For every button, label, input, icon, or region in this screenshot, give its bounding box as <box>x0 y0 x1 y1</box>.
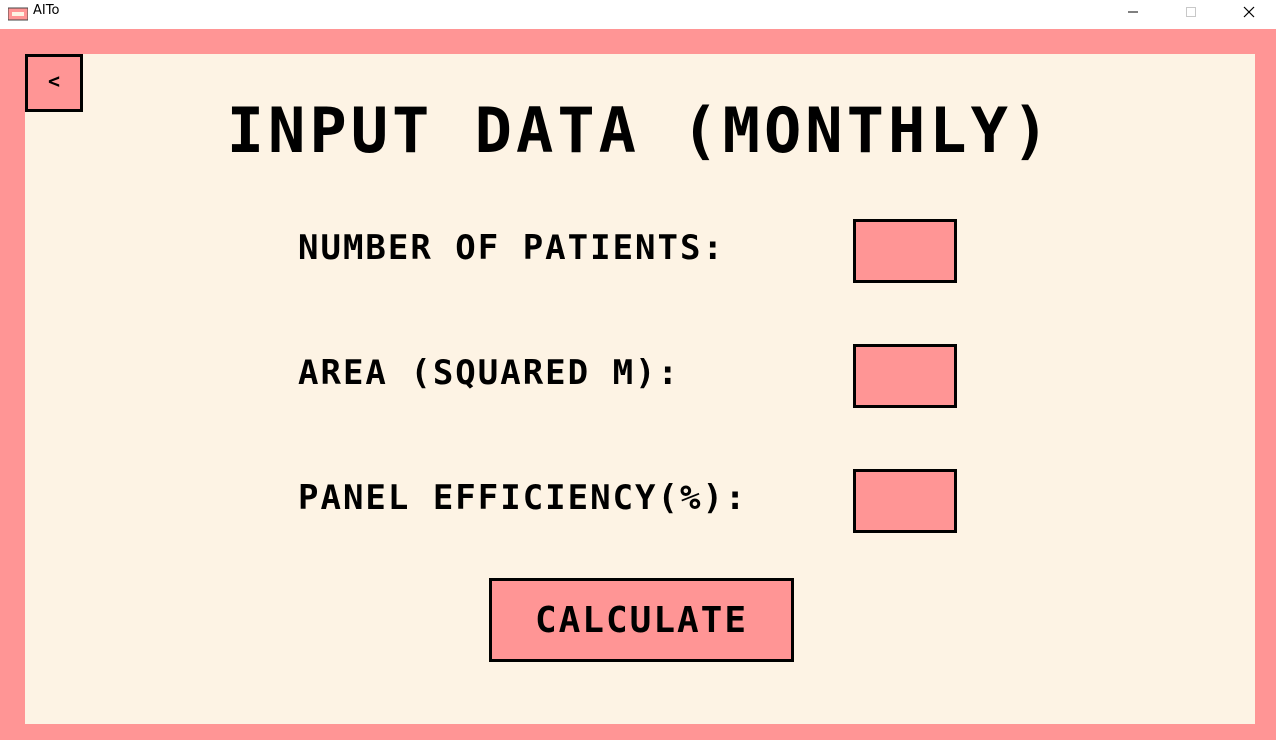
efficiency-input[interactable] <box>853 469 957 533</box>
title-bar: AITo <box>0 0 1276 29</box>
window-title: AITo <box>33 3 60 18</box>
minimize-icon <box>1128 11 1138 13</box>
area-input[interactable] <box>853 344 957 408</box>
content-panel: < INPUT DATA (MONTHLY) NUMBER OF PATIENT… <box>25 54 1255 724</box>
back-chevron-icon: < <box>47 69 61 93</box>
maximize-button[interactable] <box>1162 0 1220 24</box>
area-label: AREA (SQUARED M): <box>298 353 680 393</box>
app-frame: < INPUT DATA (MONTHLY) NUMBER OF PATIENT… <box>0 29 1276 740</box>
app-window: AITo < INPUT DATA (MONTHLY) NUMBER OF PA… <box>0 0 1276 740</box>
patients-input[interactable] <box>853 219 957 283</box>
close-icon <box>1243 6 1255 18</box>
calculate-button[interactable]: CALCULATE <box>489 578 794 662</box>
app-icon <box>8 7 28 21</box>
page-title: INPUT DATA (MONTHLY) <box>226 94 1054 167</box>
patients-label: NUMBER OF PATIENTS: <box>298 228 725 268</box>
minimize-button[interactable] <box>1104 0 1162 24</box>
efficiency-label: PANEL EFFICIENCY(%): <box>298 478 748 518</box>
close-button[interactable] <box>1220 0 1276 24</box>
maximize-icon <box>1186 7 1196 17</box>
calculate-label: CALCULATE <box>534 599 749 641</box>
